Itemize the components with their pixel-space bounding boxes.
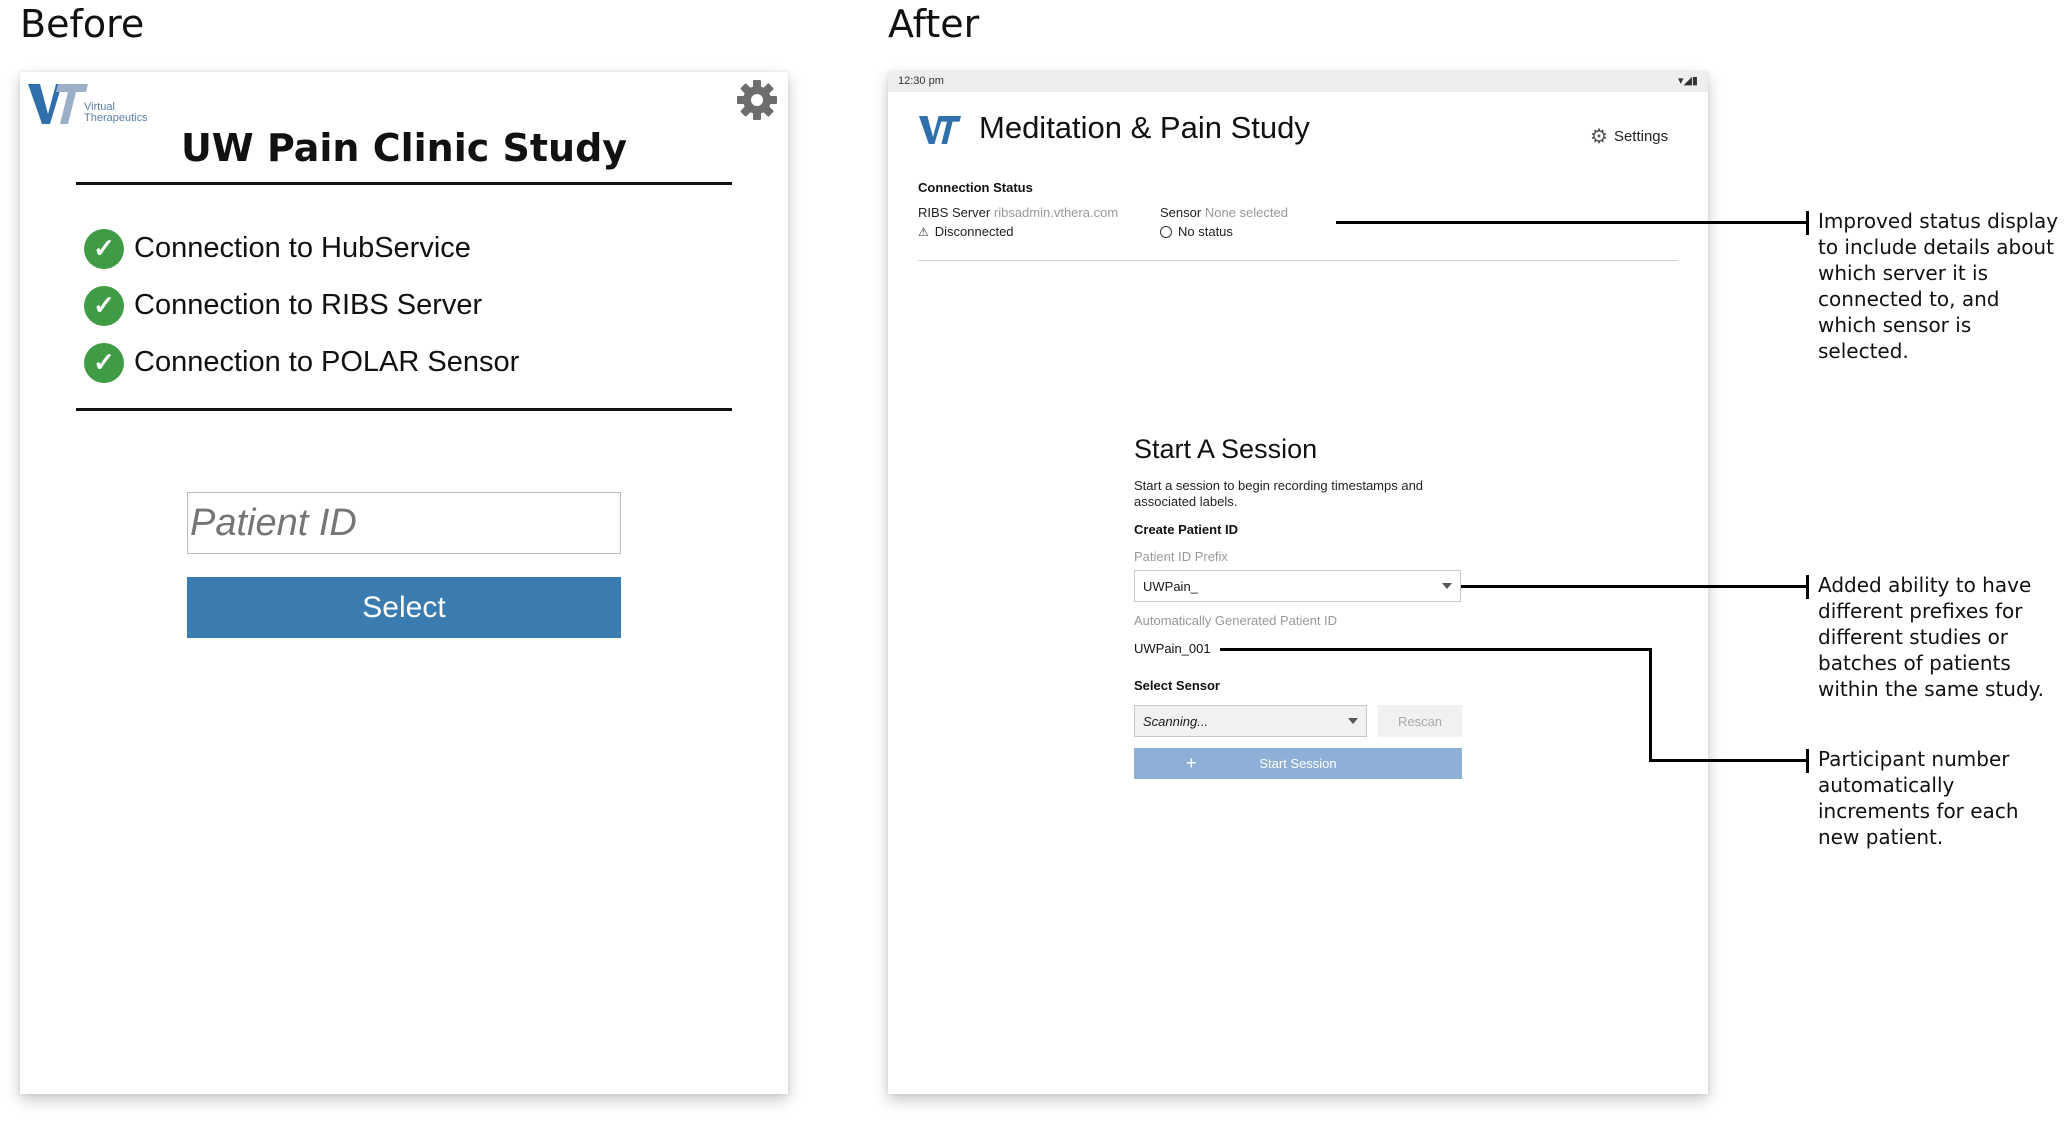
connection-item: ✓ Connection to HubService bbox=[84, 220, 519, 277]
auto-id-label: Automatically Generated Patient ID bbox=[1134, 613, 1338, 628]
sensor-dropdown[interactable]: Scanning... bbox=[1134, 705, 1367, 737]
auto-id-value: UWPain_001 bbox=[1134, 641, 1211, 656]
status-divider bbox=[918, 260, 1678, 261]
connector-line-prefix bbox=[1461, 585, 1808, 588]
title-divider bbox=[76, 182, 732, 185]
settings-gear-icon[interactable] bbox=[735, 78, 779, 122]
ribs-status: ⚠ Disconnected bbox=[918, 224, 1014, 239]
circle-icon bbox=[1160, 225, 1172, 238]
settings-label: Settings bbox=[1613, 128, 1669, 145]
prefix-dropdown[interactable]: UWPain_ bbox=[1134, 570, 1461, 602]
page-title: UW Pain Clinic Study bbox=[180, 126, 628, 170]
connector-tick-status bbox=[1806, 211, 1809, 235]
start-session-button[interactable]: + Start Session bbox=[1134, 748, 1462, 779]
annotation-prefix: Added ability to have different prefixes… bbox=[1818, 573, 2044, 701]
ribs-server-label: RIBS Server bbox=[918, 205, 991, 220]
connector-tick-prefix bbox=[1806, 575, 1809, 599]
start-session-label: Start Session bbox=[1259, 756, 1337, 771]
check-icon: ✓ bbox=[84, 342, 124, 383]
ribs-status-text: Disconnected bbox=[934, 224, 1014, 239]
sensor-status-text: No status bbox=[1178, 224, 1233, 239]
before-heading: Before bbox=[20, 2, 145, 46]
session-title: Start A Session bbox=[1134, 434, 1318, 464]
page-title: Meditation & Pain Study bbox=[979, 110, 1310, 145]
after-screen: 12:30 pm ▾◢▮ Meditation & Pain Study ⚙ S… bbox=[888, 72, 1708, 1094]
connection-list: ✓ Connection to HubService ✓ Connection … bbox=[84, 220, 519, 391]
check-icon: ✓ bbox=[84, 285, 124, 326]
sensor-label: Sensor bbox=[1160, 205, 1202, 220]
connector-line-auto-h1 bbox=[1220, 648, 1651, 651]
chevron-down-icon bbox=[1442, 583, 1452, 589]
prefix-value: UWPain_ bbox=[1143, 578, 1198, 594]
connection-item: ✓ Connection to POLAR Sensor bbox=[84, 334, 519, 391]
sensor-value: None selected bbox=[1204, 205, 1288, 220]
prefix-label: Patient ID Prefix bbox=[1134, 549, 1228, 564]
select-button[interactable]: Select bbox=[187, 577, 621, 638]
create-patient-id-heading: Create Patient ID bbox=[1134, 522, 1239, 537]
before-screen: Virtual Therapeutics UW Pain Clinic Stud… bbox=[20, 72, 788, 1094]
vt-logo-icon bbox=[918, 116, 962, 149]
status-bar: 12:30 pm ▾◢▮ bbox=[888, 72, 1708, 92]
sensor-dropdown-value: Scanning... bbox=[1143, 713, 1209, 729]
connection-label: Connection to RIBS Server bbox=[134, 289, 483, 321]
patient-id-input[interactable] bbox=[187, 492, 621, 554]
vt-logo-icon bbox=[28, 84, 88, 124]
annotation-increment: Participant number automatically increme… bbox=[1818, 747, 2019, 849]
chevron-down-icon bbox=[1348, 718, 1358, 724]
connection-item: ✓ Connection to RIBS Server bbox=[84, 277, 519, 334]
connector-line-auto-v bbox=[1649, 648, 1652, 762]
ribs-server-value: ribsadmin.vthera.com bbox=[993, 205, 1119, 220]
session-description: Start a session to begin recording times… bbox=[1134, 478, 1424, 509]
annotation-status: Improved status display to include detai… bbox=[1818, 209, 2059, 363]
connector-tick-auto bbox=[1806, 749, 1809, 773]
connection-label: Connection to HubService bbox=[134, 232, 471, 264]
gear-icon: ⚙ bbox=[1590, 126, 1608, 148]
list-divider bbox=[76, 408, 732, 411]
ribs-server-row: RIBS Server ribsadmin.vthera.com bbox=[918, 205, 1118, 220]
after-heading: After bbox=[888, 2, 980, 46]
connection-status-title: Connection Status bbox=[918, 180, 1033, 195]
sensor-row: Sensor None selected bbox=[1160, 205, 1288, 220]
connector-line-status bbox=[1336, 221, 1808, 224]
connection-label: Connection to POLAR Sensor bbox=[134, 346, 520, 378]
rescan-button[interactable]: Rescan bbox=[1378, 705, 1462, 737]
logo-text-line2: Therapeutics bbox=[84, 112, 148, 124]
check-icon: ✓ bbox=[84, 228, 124, 269]
warning-icon: ⚠ bbox=[918, 224, 929, 239]
connector-line-auto-h2 bbox=[1649, 759, 1808, 762]
status-time: 12:30 pm bbox=[898, 75, 944, 87]
settings-button[interactable]: ⚙ Settings bbox=[1590, 124, 1668, 149]
sensor-status: No status bbox=[1160, 224, 1233, 239]
status-icons: ▾◢▮ bbox=[1677, 75, 1698, 87]
select-sensor-heading: Select Sensor bbox=[1134, 678, 1220, 693]
